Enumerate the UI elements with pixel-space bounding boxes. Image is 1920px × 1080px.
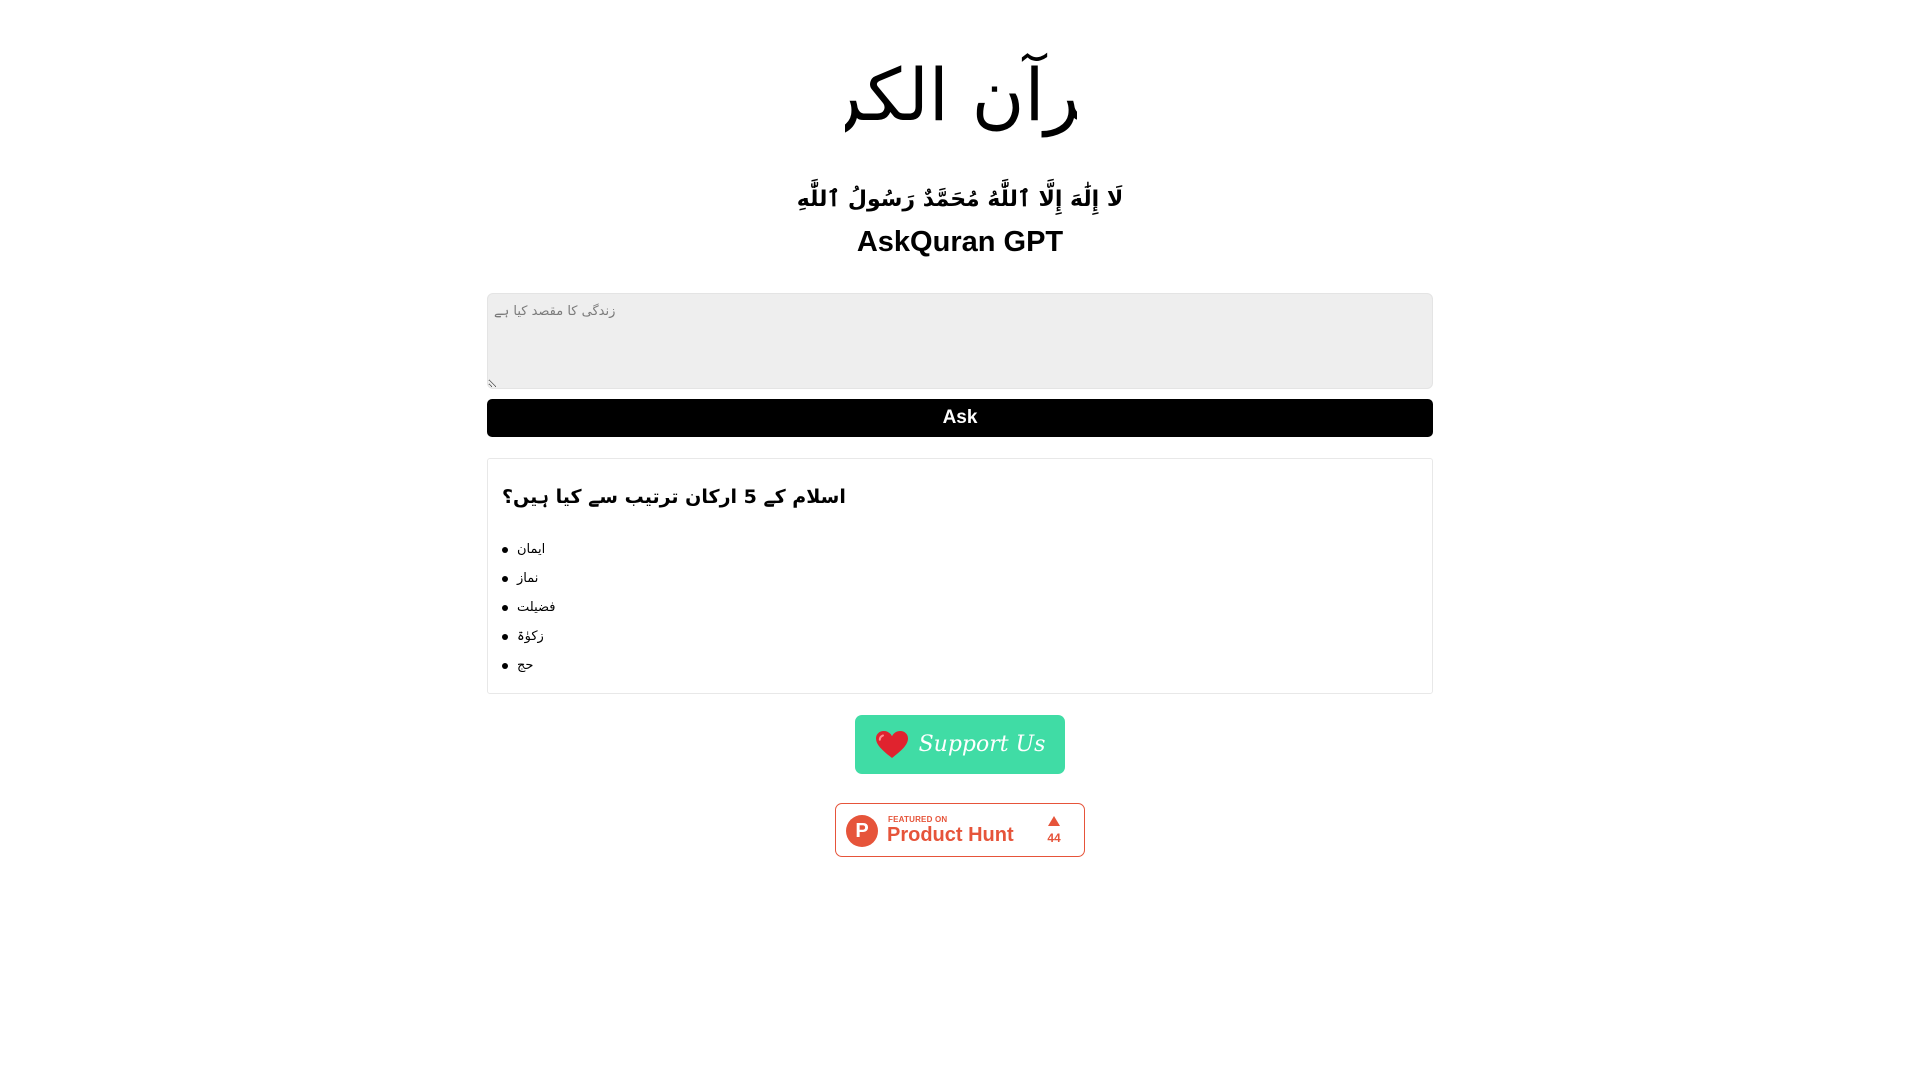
list-item-text: حج <box>517 658 534 673</box>
list-item: ایمان <box>502 535 555 564</box>
page: القرآن الكريم لَا إِلَٰهَ إِلَّا ٱللَّٰه… <box>0 0 1920 1080</box>
featured-on-label: FEATURED ON <box>888 815 948 824</box>
list-item: حج <box>502 651 555 680</box>
app-title: AskQuran GPT <box>856 226 1064 258</box>
logo-text: القرآن الكريم <box>845 53 1077 137</box>
support-us-button[interactable]: Support Us <box>855 715 1065 774</box>
list-item: زکوٰۃ <box>502 622 555 651</box>
support-us-label: Support Us <box>918 732 1046 757</box>
product-hunt-name: Product Hunt <box>887 824 1014 846</box>
list-item-text: زکوٰۃ <box>517 629 544 644</box>
bullet-icon <box>502 662 508 669</box>
quran-calligraphy-logo: القرآن الكريم <box>845 26 1077 164</box>
bullet-icon <box>502 546 508 553</box>
bullet-icon <box>502 575 508 582</box>
list-item-text: فضیلت <box>517 600 556 615</box>
ask-button[interactable]: Ask <box>487 399 1433 437</box>
list-item: فضیلت <box>502 593 555 622</box>
upvote-arrow-icon <box>1048 816 1060 826</box>
bullet-icon <box>502 633 508 640</box>
upvote-count: 44 <box>1047 831 1061 845</box>
bullet-icon <box>502 604 508 611</box>
answer-card: اسلام کے 5 ارکان ترتیب سے کیا ہیں؟ ایمان… <box>487 458 1433 694</box>
shahada-text: لَا إِلَٰهَ إِلَّا ٱللَّٰهُ مُحَمَّدٌ رَ… <box>796 187 1124 212</box>
question-input[interactable] <box>487 293 1433 389</box>
list-item-text: نماز <box>517 571 539 586</box>
list-item: نماز <box>502 564 555 593</box>
list-item-text: ایمان <box>517 542 546 557</box>
heart-icon <box>875 730 909 760</box>
product-hunt-logo-icon: P <box>846 815 878 847</box>
answer-title: اسلام کے 5 ارکان ترتیب سے کیا ہیں؟ <box>502 486 846 508</box>
answer-list: ایمان نماز فضیلت زکوٰۃ حج <box>502 535 555 680</box>
product-hunt-badge[interactable]: P FEATURED ON Product Hunt 44 <box>835 803 1085 857</box>
